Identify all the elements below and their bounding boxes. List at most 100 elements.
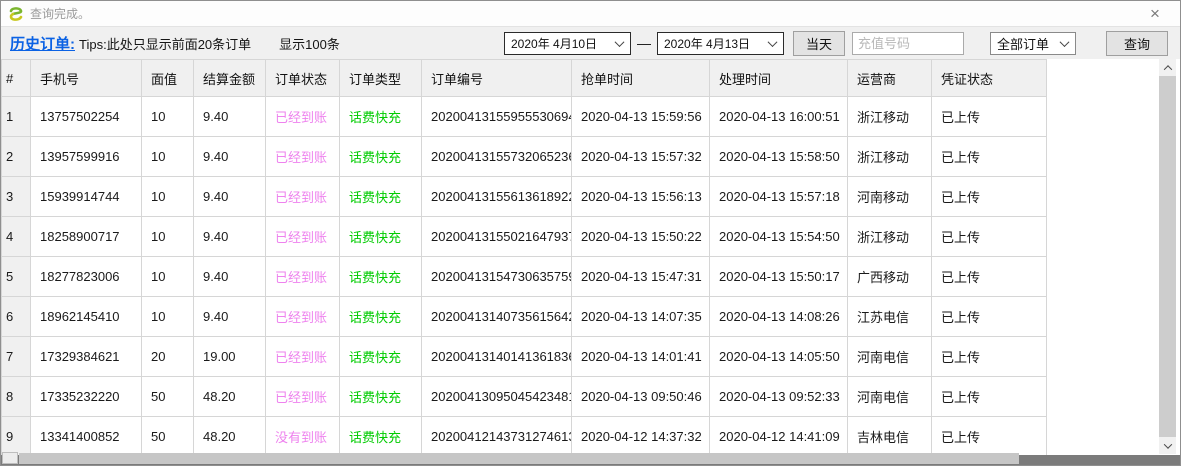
cell-face-value: 10: [142, 137, 194, 177]
cell-phone: 15939914744: [31, 177, 142, 217]
cell-face-value: 10: [142, 257, 194, 297]
table-row[interactable]: 8 17335232220 50 48.20 已经到账 话费快充 2020041…: [2, 377, 1047, 417]
table-header-row: # 手机号 面值 结算金额 订单状态 订单类型 订单编号 抢单时间 处理时间 运…: [2, 60, 1047, 97]
table-row[interactable]: 4 18258900717 10 9.40 已经到账 话费快充 20200413…: [2, 217, 1047, 257]
tips-text: Tips:此处只显示前面20条订单: [79, 34, 251, 53]
date-to-value: 2020年 4月13日: [664, 35, 769, 52]
cell-carrier: 浙江移动: [848, 137, 932, 177]
table-row[interactable]: 1 13757502254 10 9.40 已经到账 话费快充 20200413…: [2, 97, 1047, 137]
cell-process-time: 2020-04-12 14:41:09: [710, 417, 848, 457]
cell-index: 5: [2, 257, 31, 297]
cell-index: 8: [2, 377, 31, 417]
table-row[interactable]: 2 13957599916 10 9.40 已经到账 话费快充 20200413…: [2, 137, 1047, 177]
cell-face-value: 10: [142, 297, 194, 337]
cell-type: 话费快充: [340, 257, 422, 297]
cell-grab-time: 2020-04-13 15:56:13: [572, 177, 710, 217]
cell-grab-time: 2020-04-13 15:57:32: [572, 137, 710, 177]
cell-process-time: 2020-04-13 15:57:18: [710, 177, 848, 217]
cell-type: 话费快充: [340, 217, 422, 257]
col-header-type: 订单类型: [340, 60, 422, 97]
cell-index: 7: [2, 337, 31, 377]
col-header-face-value: 面值: [142, 60, 194, 97]
titlebar: 查询完成。 ×: [1, 1, 1180, 26]
cell-amount: 9.40: [194, 97, 266, 137]
cell-voucher: 已上传: [932, 177, 1047, 217]
cell-amount: 9.40: [194, 297, 266, 337]
cell-index: 3: [2, 177, 31, 217]
order-filter-select[interactable]: 全部订单: [990, 32, 1076, 55]
cell-phone: 13341400852: [31, 417, 142, 457]
cell-grab-time: 2020-04-13 15:59:56: [572, 97, 710, 137]
cell-index: 6: [2, 297, 31, 337]
cell-process-time: 2020-04-13 15:58:50: [710, 137, 848, 177]
cell-carrier: 江苏电信: [848, 297, 932, 337]
table-row[interactable]: 7 17329384621 20 19.00 已经到账 话费快充 2020041…: [2, 337, 1047, 377]
cell-voucher: 已上传: [932, 97, 1047, 137]
horizontal-scrollbar[interactable]: [1, 455, 1180, 465]
cell-type: 话费快充: [340, 177, 422, 217]
date-to-picker[interactable]: 2020年 4月13日: [657, 32, 784, 55]
table-row[interactable]: 6 18962145410 10 9.40 已经到账 话费快充 20200413…: [2, 297, 1047, 337]
cell-carrier: 广西移动: [848, 257, 932, 297]
cell-amount: 9.40: [194, 217, 266, 257]
cell-carrier: 浙江移动: [848, 217, 932, 257]
cell-voucher: 已上传: [932, 417, 1047, 457]
cell-order-no: 20200413155613618922: [422, 177, 572, 217]
cell-type: 话费快充: [340, 337, 422, 377]
window-title: 查询完成。: [30, 5, 90, 22]
scroll-up-button[interactable]: [1159, 59, 1176, 76]
cell-order-no: 20200413155955530694: [422, 97, 572, 137]
cell-type: 话费快充: [340, 377, 422, 417]
col-header-index: #: [2, 60, 31, 97]
scroll-left-button[interactable]: [2, 452, 18, 464]
table-row[interactable]: 5 18277823006 10 9.40 已经到账 话费快充 20200413…: [2, 257, 1047, 297]
cell-amount: 9.40: [194, 177, 266, 217]
today-button[interactable]: 当天: [793, 31, 845, 56]
vertical-scroll-thumb[interactable]: [1159, 76, 1176, 196]
cell-type: 话费快充: [340, 297, 422, 337]
cell-process-time: 2020-04-13 14:05:50: [710, 337, 848, 377]
scroll-down-button[interactable]: [1159, 437, 1176, 454]
cell-status: 已经到账: [266, 137, 340, 177]
col-header-process-time: 处理时间: [710, 60, 848, 97]
cell-phone: 18258900717: [31, 217, 142, 257]
table-row[interactable]: 9 13341400852 50 48.20 没有到账 话费快充 2020041…: [2, 417, 1047, 457]
cell-phone: 13957599916: [31, 137, 142, 177]
app-icon: [8, 6, 24, 22]
close-icon[interactable]: ×: [1144, 3, 1166, 23]
table-row[interactable]: 3 15939914744 10 9.40 已经到账 话费快充 20200413…: [2, 177, 1047, 217]
horizontal-scroll-thumb[interactable]: [19, 453, 1019, 464]
cell-grab-time: 2020-04-13 09:50:46: [572, 377, 710, 417]
recharge-number-input[interactable]: [852, 32, 964, 55]
cell-amount: 9.40: [194, 137, 266, 177]
arrow-up-icon: [1163, 65, 1171, 73]
query-button[interactable]: 查询: [1106, 31, 1168, 56]
cell-carrier: 河南电信: [848, 377, 932, 417]
date-from-picker[interactable]: 2020年 4月10日: [504, 32, 631, 55]
cell-phone: 18277823006: [31, 257, 142, 297]
cell-status: 已经到账: [266, 177, 340, 217]
cell-grab-time: 2020-04-13 15:50:22: [572, 217, 710, 257]
cell-grab-time: 2020-04-12 14:37:32: [572, 417, 710, 457]
cell-phone: 17335232220: [31, 377, 142, 417]
cell-order-no: 20200413155021647937: [422, 217, 572, 257]
cell-voucher: 已上传: [932, 257, 1047, 297]
cell-face-value: 50: [142, 377, 194, 417]
chevron-down-icon: [615, 37, 625, 47]
orders-table: # 手机号 面值 结算金额 订单状态 订单类型 订单编号 抢单时间 处理时间 运…: [1, 59, 1047, 456]
chevron-down-icon: [1060, 37, 1070, 47]
cell-carrier: 河南移动: [848, 177, 932, 217]
cell-process-time: 2020-04-13 09:52:33: [710, 377, 848, 417]
cell-face-value: 50: [142, 417, 194, 457]
date-range-separator: —: [637, 35, 651, 51]
orders-table-wrap: # 手机号 面值 结算金额 订单状态 订单类型 订单编号 抢单时间 处理时间 运…: [1, 59, 1047, 456]
vertical-scrollbar[interactable]: [1159, 59, 1176, 454]
cell-type: 话费快充: [340, 137, 422, 177]
display-count-text: 显示100条: [279, 34, 340, 53]
cell-carrier: 浙江移动: [848, 97, 932, 137]
cell-status: 已经到账: [266, 97, 340, 137]
history-orders-link[interactable]: 历史订单:: [10, 33, 75, 54]
history-orders-window: 查询完成。 × 历史订单: Tips:此处只显示前面20条订单 显示100条 2…: [0, 0, 1181, 466]
chevron-down-icon: [768, 37, 778, 47]
cell-status: 已经到账: [266, 377, 340, 417]
